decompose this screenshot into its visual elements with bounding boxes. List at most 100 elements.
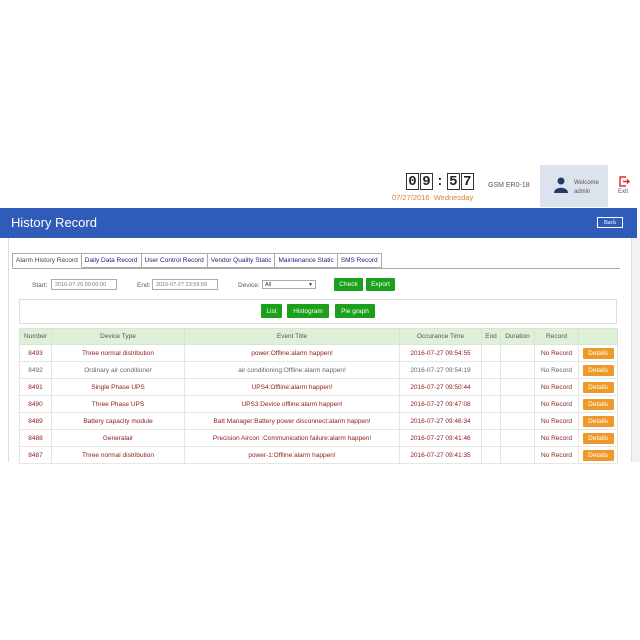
- row-action-cell: Details: [578, 429, 618, 447]
- details-button[interactable]: Details: [582, 364, 614, 376]
- exit-icon: [619, 176, 630, 187]
- row-event-title: Batt Manager:Battery power disconnect:al…: [184, 412, 400, 430]
- start-date-input[interactable]: 2016-07-25 00:00:00: [51, 279, 117, 290]
- table-row: 8491 Single Phase UPS UPS4:Offline:alarm…: [19, 378, 618, 396]
- user-icon: [554, 177, 568, 193]
- exit-button[interactable]: Exit: [608, 165, 640, 207]
- row-device-type: Three Phase UPS: [51, 395, 185, 413]
- row-duration: [500, 344, 535, 362]
- date-value: 07/27/2016: [392, 193, 430, 202]
- page-title: History Record: [11, 215, 97, 230]
- row-device-type: Single Phase UPS: [51, 378, 185, 396]
- row-record: No Record: [534, 446, 579, 464]
- row-occurance-time: 2016-07-27 09:47:08: [399, 395, 482, 413]
- row-occurance-time: 2016-07-27 09:50:44: [399, 378, 482, 396]
- details-button[interactable]: Details: [582, 347, 614, 359]
- row-event-title: power:Offline:alarm happen!: [184, 344, 400, 362]
- row-duration: [500, 429, 535, 447]
- username: admin: [574, 189, 591, 195]
- weekday-value: Wednesday: [433, 193, 474, 202]
- row-event-title: UPS4:Offline:alarm happen!: [184, 378, 400, 396]
- end-date-input[interactable]: 2016-07-27 23:59:59: [152, 279, 218, 290]
- table-row: 8492 Ordinary air conditioner air condit…: [19, 361, 618, 379]
- clock-digit: 9: [420, 173, 433, 190]
- details-button[interactable]: Details: [582, 415, 614, 427]
- tab-vendor-quality-static[interactable]: Vendor Quality Static: [207, 253, 276, 268]
- row-action-cell: Details: [578, 361, 618, 379]
- pie-graph-view-button[interactable]: Pie graph: [335, 304, 375, 318]
- row-occurance-time: 2016-07-27 09:41:35: [399, 446, 482, 464]
- list-view-button[interactable]: List: [261, 304, 282, 318]
- welcome-label: Welcome: [574, 180, 599, 186]
- date-display: 07/27/2016 Wednesday: [392, 193, 473, 202]
- alarm-history-table: Number Device Type Event Title Occurance…: [19, 328, 618, 464]
- column-header-number: Number: [19, 328, 52, 345]
- row-event-title: Precision Aircon :Communication failure:…: [184, 429, 400, 447]
- table-row: 8487 Three normal distribution power-1:O…: [19, 446, 618, 464]
- row-record: No Record: [534, 429, 579, 447]
- details-button[interactable]: Details: [582, 381, 614, 393]
- tab-divider: [12, 268, 620, 269]
- column-header-occurance-time: Occurance Time: [399, 328, 482, 345]
- table-row: 8488 Generalair Precision Aircon :Commun…: [19, 429, 618, 447]
- tab-maintenance-static[interactable]: Maintenance Static: [275, 253, 338, 268]
- row-occurance-time: 2016-07-27 09:54:55: [399, 344, 482, 362]
- row-end: [481, 395, 501, 413]
- device-select-value: All: [265, 281, 272, 288]
- tab-daily-data-record[interactable]: Daily Data Record: [81, 253, 142, 268]
- start-label: Start:: [32, 282, 48, 289]
- table-row: 8490 Three Phase UPS UPS3:Device offline…: [19, 395, 618, 413]
- column-header-duration: Duration: [500, 328, 535, 345]
- chevron-down-icon: ▼: [308, 281, 313, 288]
- digital-clock: 0 9 : 5 7: [406, 173, 475, 190]
- row-action-cell: Details: [578, 412, 618, 430]
- details-button[interactable]: Details: [582, 449, 614, 461]
- device-id: GSM ER0-18: [488, 182, 530, 189]
- device-select[interactable]: All ▼: [262, 280, 316, 289]
- row-device-type: Three normal distribution: [51, 446, 185, 464]
- tab-alarm-history-record[interactable]: Alarm History Record: [12, 253, 82, 268]
- row-end: [481, 378, 501, 396]
- row-event-title: air conditioning:Offline:alarm happen!: [184, 361, 400, 379]
- row-event-title: UPS3:Device offline:alarm happen!: [184, 395, 400, 413]
- row-device-type: Battery capacity module: [51, 412, 185, 430]
- row-duration: [500, 395, 535, 413]
- row-number: 8491: [19, 378, 52, 396]
- table-row: 8493 Three normal distribution power:Off…: [19, 344, 618, 362]
- tab-user-control-record[interactable]: User Control Record: [141, 253, 208, 268]
- row-number: 8488: [19, 429, 52, 447]
- device-label: Device:: [238, 282, 260, 289]
- clock-digit: 0: [406, 173, 419, 190]
- tab-sms-record[interactable]: SMS Record: [337, 253, 382, 268]
- row-record: No Record: [534, 378, 579, 396]
- row-device-type: Ordinary air conditioner: [51, 361, 185, 379]
- user-panel[interactable]: Welcome admin: [540, 165, 608, 207]
- row-record: No Record: [534, 361, 579, 379]
- histogram-view-button[interactable]: Histogram: [287, 304, 329, 318]
- row-occurance-time: 2016-07-27 09:46:34: [399, 412, 482, 430]
- row-action-cell: Details: [578, 344, 618, 362]
- row-end: [481, 446, 501, 464]
- title-bar: History Record: [0, 208, 637, 238]
- export-button[interactable]: Export: [366, 278, 395, 291]
- column-header-record: Record: [534, 328, 579, 345]
- row-action-cell: Details: [578, 378, 618, 396]
- exit-label: Exit: [618, 189, 629, 195]
- row-number: 8493: [19, 344, 52, 362]
- row-record: No Record: [534, 395, 579, 413]
- scrollbar-track[interactable]: [632, 238, 640, 462]
- back-button[interactable]: Back: [597, 217, 623, 228]
- row-action-cell: Details: [578, 395, 618, 413]
- row-end: [481, 412, 501, 430]
- user-info: Welcome admin: [574, 179, 599, 197]
- row-duration: [500, 361, 535, 379]
- column-header-event-title: Event Title: [184, 328, 400, 345]
- check-button[interactable]: Check: [334, 278, 363, 291]
- table-row: 8489 Battery capacity module Batt Manage…: [19, 412, 618, 430]
- clock-digit: 5: [446, 173, 460, 190]
- details-button[interactable]: Details: [582, 432, 614, 444]
- details-button[interactable]: Details: [582, 398, 614, 410]
- row-number: 8487: [19, 446, 52, 464]
- table-header-row: Number Device Type Event Title Occurance…: [19, 328, 618, 345]
- column-header-end: End: [481, 328, 501, 345]
